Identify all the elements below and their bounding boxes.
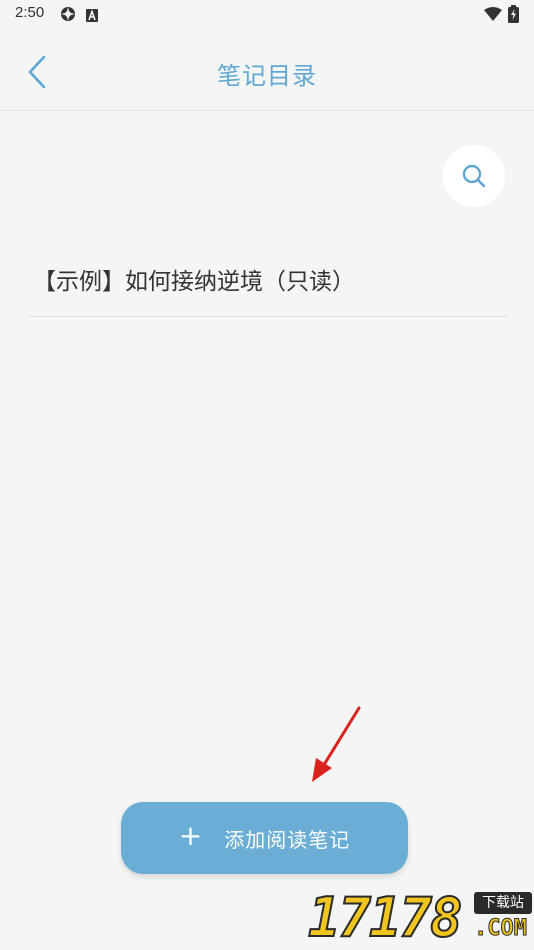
watermark-com: .COM [474,916,528,942]
add-button-label: 添加阅读笔记 [224,827,351,852]
search-button[interactable] [443,145,505,207]
watermark-badge: 下载站 [474,892,532,914]
page-title: 笔记目录 [217,62,317,90]
a-badge-icon [86,7,98,26]
watermark-digits: 17178 [307,885,464,950]
app-header: 笔记目录 [0,28,534,111]
status-bar: 2:50 [0,0,534,28]
add-reading-note-button[interactable]: + 添加阅读笔记 [121,802,408,874]
note-list-item[interactable]: 【示例】如何接纳逆境（只读） [27,240,508,317]
annotation-arrow [312,706,361,782]
status-time: 2:50 [15,4,45,21]
note-title: 【示例】如何接纳逆境（只读） [33,269,355,295]
gear-icon [60,6,76,26]
plus-icon: + [178,819,203,852]
search-icon [462,164,486,188]
wifi-icon [484,6,502,25]
battery-charging-icon [508,5,519,27]
site-watermark: 17178 下载站 .COM [307,885,534,950]
